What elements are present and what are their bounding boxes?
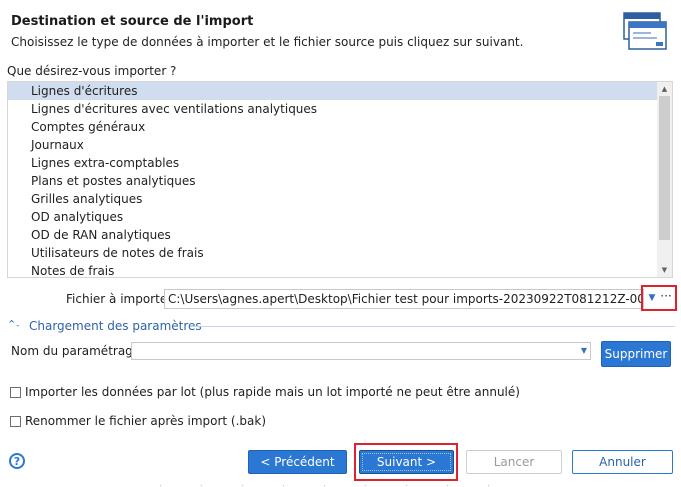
scroll-down-icon[interactable]: ▼ [657,263,672,277]
param-name-combobox[interactable] [131,342,591,360]
rename-file-checkbox[interactable] [10,416,21,427]
params-section-title[interactable]: Chargement des paramètres [29,319,202,333]
list-item[interactable]: Lignes extra-comptables [8,154,659,172]
list-item[interactable]: Comptes généraux [8,118,659,136]
batch-import-label[interactable]: Importer les données par lot (plus rapid… [25,385,520,399]
import-type-question: Que désirez-vous importer ? [7,64,177,78]
launch-button[interactable]: Lancer [466,450,562,474]
list-item[interactable]: OD analytiques [8,208,659,226]
cancel-button[interactable]: Annuler [572,450,673,474]
previous-button[interactable]: < Précédent [248,450,347,474]
import-type-items: Lignes d'écritures Lignes d'écritures ave… [8,82,659,277]
browse-file-button[interactable]: ··· [658,290,674,306]
list-item[interactable]: Plans et postes analytiques [8,172,659,190]
page-title: Destination et source de l'import [11,14,254,29]
section-divider [190,326,675,327]
page-subtitle: Choisissez le type de données à importer… [11,35,524,49]
file-path-input[interactable]: C:\Users\agnes.apert\Desktop\Fichier tes… [164,289,644,309]
file-label: Fichier à importer [66,292,173,306]
list-item[interactable]: Lignes d'écritures [8,82,659,100]
rename-file-label[interactable]: Renommer le fichier après import (.bak) [25,414,266,428]
help-icon[interactable]: ? [9,453,25,469]
wizard-window-icon [623,12,667,50]
scrollbar-thumb[interactable] [659,96,670,240]
delete-param-button[interactable]: Supprimer [601,341,671,367]
chevron-down-icon[interactable]: ▼ [578,343,590,359]
list-item[interactable]: Grilles analytiques [8,190,659,208]
import-type-list[interactable]: Lignes d'écritures Lignes d'écritures ave… [7,81,673,278]
param-name-label: Nom du paramétrage [11,344,141,358]
list-item[interactable]: Notes de frais [8,262,659,277]
list-item[interactable]: Utilisateurs de notes de frais [8,244,659,262]
batch-import-checkbox[interactable] [10,387,21,398]
list-item[interactable]: OD de RAN analytiques [8,226,659,244]
section-collapse-icon[interactable]: ⌃‑ [7,318,23,332]
next-button[interactable]: Suivant > [359,450,454,474]
list-item[interactable]: Lignes d'écritures avec ventilations ana… [8,100,659,118]
list-scrollbar[interactable]: ▲ ▼ [657,82,672,277]
wizard-header: Destination et source de l'import Choisi… [0,0,681,58]
list-item[interactable]: Journaux [8,136,659,154]
scroll-up-icon[interactable]: ▲ [657,82,672,96]
file-dropdown-icon[interactable]: ▼ [645,290,659,306]
